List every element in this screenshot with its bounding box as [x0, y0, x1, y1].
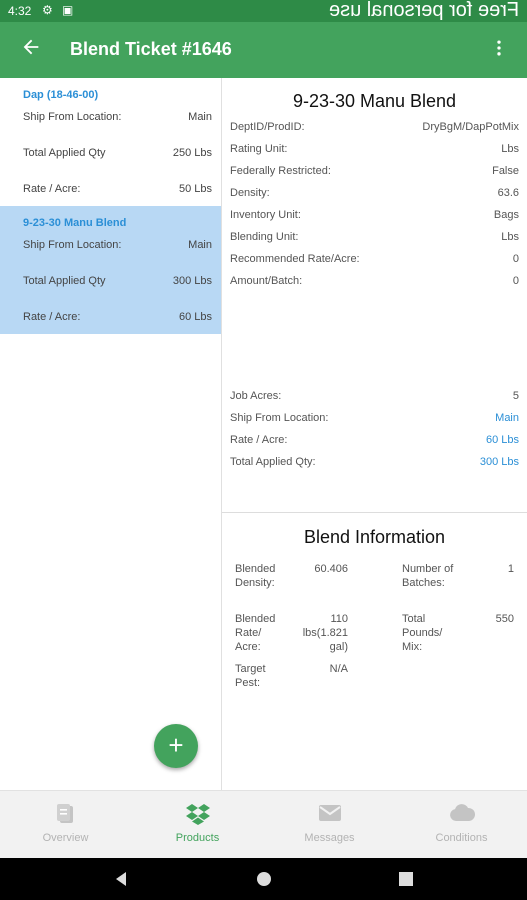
- detail-label: Density:: [230, 187, 270, 199]
- page-title: Blend Ticket #1646: [70, 39, 232, 59]
- nav-label: Overview: [42, 832, 89, 844]
- detail-value: DryBgM/DapPotMix: [422, 121, 519, 133]
- detail-value: Lbs: [501, 231, 519, 243]
- blended-density-value: 60.406: [314, 563, 348, 575]
- detail-row: Blending Unit: Lbs: [230, 231, 519, 247]
- product-detail-title: 9-23-30 Manu Blend: [292, 91, 457, 111]
- nav-messages[interactable]: Messages: [264, 791, 395, 859]
- ship-from-value: Main: [188, 111, 212, 123]
- add-product-button[interactable]: +: [154, 724, 198, 768]
- applied-qty-value: 300 Lbs: [172, 275, 212, 287]
- detail-label: Federally Restricted:: [230, 165, 331, 177]
- detail-row: Inventory Unit: Bags: [230, 209, 519, 225]
- detail-row: Density: 63.6: [230, 187, 519, 203]
- detail-row: Amount/Batch: 0: [230, 275, 519, 291]
- detail-label: Recommended Rate/Acre:: [230, 253, 360, 265]
- job-label: Rate / Acre:: [230, 434, 288, 446]
- target-pest-value: N/A: [329, 663, 348, 675]
- ship-from-label: Ship From Location:: [23, 111, 122, 123]
- gear-icon: ⚙: [42, 3, 53, 17]
- detail-value: False: [492, 165, 519, 177]
- back-arrow-icon[interactable]: [20, 36, 42, 63]
- applied-qty-link[interactable]: 300 Lbs: [480, 456, 519, 468]
- system-nav-bar: [0, 858, 527, 900]
- detail-row: Rating Unit: Lbs: [230, 143, 519, 159]
- nav-overview[interactable]: Overview: [0, 791, 131, 859]
- job-value: 5: [512, 390, 519, 402]
- recents-square-icon[interactable]: [396, 869, 416, 889]
- applied-qty-value: 250 Lbs: [172, 147, 212, 159]
- product-detail-panel: 9-23-30 Manu Blend DeptID/ProdID: DryBgM/…: [222, 78, 527, 790]
- nav-label: Conditions: [435, 832, 488, 844]
- detail-row: DeptID/ProdID: DryBgM/DapPotMix: [230, 121, 519, 137]
- home-circle-icon[interactable]: [254, 869, 274, 889]
- detail-label: Rating Unit:: [230, 143, 288, 155]
- rate-value: 50 Lbs: [178, 183, 212, 195]
- batches-value: 1: [507, 563, 514, 575]
- dropbox-icon: [132, 803, 263, 831]
- blended-rate-value: 110 lbs(1.821 gal): [302, 613, 348, 653]
- detail-value: 0: [512, 275, 519, 287]
- detail-value: Lbs: [501, 143, 519, 155]
- detail-value: Bags: [493, 209, 519, 221]
- job-row: Total Applied Qty: 300 Lbs: [230, 456, 519, 472]
- detail-row: Federally Restricted: False: [230, 165, 519, 181]
- job-row: Rate / Acre: 60 Lbs: [230, 434, 519, 450]
- total-pounds-label: Total Pounds/ Mix:: [402, 613, 443, 653]
- square-icon: ▣: [62, 3, 74, 17]
- rate-link[interactable]: 60 Lbs: [486, 434, 519, 446]
- target-pest-label: Target Pest:: [235, 663, 266, 689]
- nav-label: Products: [175, 832, 220, 844]
- rate-value: 60 Lbs: [178, 311, 212, 323]
- rate-label: Rate / Acre:: [23, 311, 81, 323]
- cloud-icon: [396, 803, 527, 829]
- back-triangle-icon[interactable]: [112, 869, 132, 889]
- applied-qty-label: Total Applied Qty: [23, 147, 106, 159]
- job-row: Job Acres: 5: [230, 390, 519, 406]
- batches-label: Number of Batches:: [402, 563, 454, 589]
- watermark-text: Free for personal use: [328, 0, 519, 21]
- job-label: Job Acres:: [230, 390, 282, 402]
- job-label: Ship From Location:: [230, 412, 329, 424]
- nav-products[interactable]: Products: [132, 791, 263, 859]
- product-name: Dap (18-46-00): [23, 89, 99, 101]
- bottom-nav: Overview Products Messages Conditions: [0, 790, 527, 859]
- total-pounds-value: 550: [495, 613, 514, 625]
- detail-row: Recommended Rate/Acre: 0: [230, 253, 519, 269]
- more-vert-icon[interactable]: [489, 37, 509, 63]
- detail-label: DeptID/ProdID:: [230, 121, 305, 133]
- detail-value: 63.6: [497, 187, 519, 199]
- product-list: Dap (18-46-00) Ship From Location: Main …: [0, 78, 222, 790]
- job-label: Total Applied Qty:: [230, 456, 316, 468]
- detail-value: 0: [512, 253, 519, 265]
- rate-label: Rate / Acre:: [23, 183, 81, 195]
- ship-from-link[interactable]: Main: [495, 412, 519, 424]
- product-name: 9-23-30 Manu Blend: [23, 217, 127, 229]
- clipboard-icon: [0, 803, 131, 831]
- ship-from-value: Main: [188, 239, 212, 251]
- blended-rate-label: Blended Rate/ Acre:: [235, 613, 276, 653]
- detail-label: Amount/Batch:: [230, 275, 303, 287]
- mail-icon: [264, 803, 395, 829]
- status-time: 4:32: [8, 4, 32, 18]
- blended-density-label: Blended Density:: [235, 563, 276, 589]
- app-bar: Blend Ticket #1646: [0, 22, 527, 78]
- job-row: Ship From Location: Main: [230, 412, 519, 428]
- nav-conditions[interactable]: Conditions: [396, 791, 527, 859]
- status-bar: 4:32 ⚙ ▣ Free for personal use: [0, 0, 527, 22]
- detail-label: Inventory Unit:: [230, 209, 301, 221]
- nav-label: Messages: [304, 832, 355, 844]
- blend-info-title: Blend Information: [303, 527, 446, 547]
- section-divider: [222, 512, 527, 513]
- detail-label: Blending Unit:: [230, 231, 299, 243]
- ship-from-label: Ship From Location:: [23, 239, 122, 251]
- product-list-item-selected[interactable]: 9-23-30 Manu Blend Ship From Location: M…: [0, 206, 221, 334]
- applied-qty-label: Total Applied Qty: [23, 275, 106, 287]
- product-list-item[interactable]: Dap (18-46-00) Ship From Location: Main …: [0, 78, 221, 206]
